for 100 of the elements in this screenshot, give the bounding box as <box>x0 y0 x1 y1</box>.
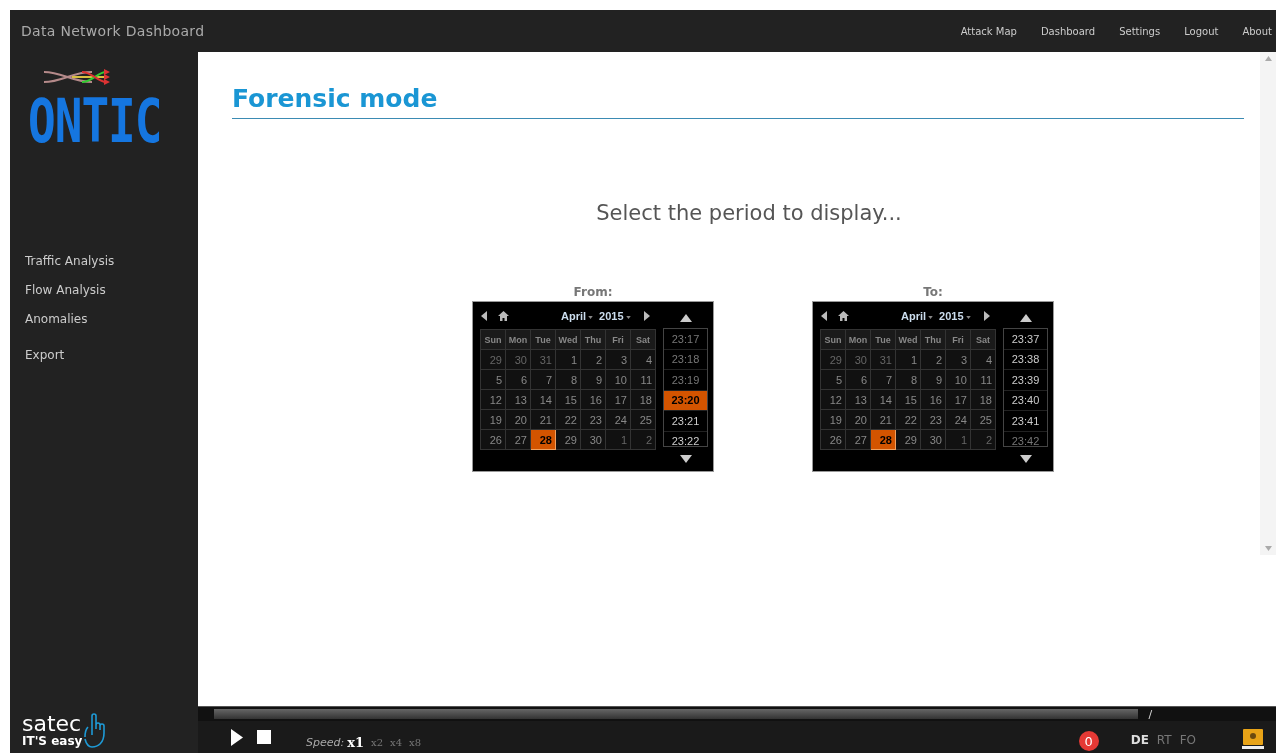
time-option[interactable]: 23:40 <box>1004 390 1047 411</box>
mode-tab[interactable]: RT <box>1156 732 1172 747</box>
nav-link[interactable]: Settings <box>1107 25 1173 37</box>
next-icon[interactable] <box>642 311 651 321</box>
day-cell[interactable]: 31 <box>531 350 556 370</box>
day-cell[interactable]: 10 <box>606 370 631 390</box>
day-cell[interactable]: 6 <box>506 370 531 390</box>
day-cell[interactable]: 13 <box>846 390 871 410</box>
day-cell[interactable]: 25 <box>971 410 996 430</box>
nav-link[interactable]: Dashboard <box>1028 25 1108 37</box>
day-cell[interactable]: 27 <box>506 430 531 450</box>
sidebar-item[interactable]: Export <box>10 348 198 362</box>
day-cell[interactable]: 31 <box>871 350 896 370</box>
next-icon[interactable] <box>982 311 991 321</box>
day-cell[interactable]: 18 <box>631 390 656 410</box>
day-cell[interactable]: 9 <box>921 370 946 390</box>
year-dropdown[interactable]: 2015 <box>939 310 971 322</box>
day-cell[interactable]: 5 <box>821 370 846 390</box>
day-cell[interactable]: 23 <box>581 410 606 430</box>
day-cell[interactable]: 29 <box>556 430 581 450</box>
day-cell[interactable]: 17 <box>946 390 971 410</box>
speed-option[interactable]: x2 <box>371 736 383 748</box>
day-cell[interactable]: 26 <box>481 430 506 450</box>
day-cell[interactable]: 2 <box>631 430 656 450</box>
day-cell[interactable]: 11 <box>631 370 656 390</box>
time-option[interactable]: 23:22 <box>664 431 707 446</box>
day-cell[interactable]: 23 <box>921 410 946 430</box>
sidebar-item[interactable]: Anomalies <box>10 312 198 326</box>
time-option[interactable]: 23:20 <box>664 390 707 411</box>
home-icon[interactable] <box>838 311 849 321</box>
scroll-up-icon[interactable] <box>1019 314 1032 322</box>
time-option[interactable]: 23:38 <box>1004 349 1047 370</box>
day-cell[interactable]: 15 <box>896 390 921 410</box>
month-dropdown[interactable]: April <box>561 310 594 322</box>
day-cell[interactable]: 29 <box>896 430 921 450</box>
home-icon[interactable] <box>498 311 509 321</box>
time-option[interactable]: 23:18 <box>664 349 707 370</box>
day-cell[interactable]: 4 <box>971 350 996 370</box>
day-cell[interactable]: 26 <box>821 430 846 450</box>
day-cell[interactable]: 9 <box>581 370 606 390</box>
speed-option[interactable]: x1 <box>347 734 364 750</box>
day-cell[interactable]: 17 <box>606 390 631 410</box>
day-cell[interactable]: 28 <box>871 430 896 450</box>
day-cell[interactable]: 8 <box>896 370 921 390</box>
day-cell[interactable]: 30 <box>921 430 946 450</box>
day-cell[interactable]: 21 <box>531 410 556 430</box>
day-cell[interactable]: 18 <box>971 390 996 410</box>
sidebar-item[interactable]: Traffic Analysis <box>10 254 198 268</box>
day-cell[interactable]: 19 <box>821 410 846 430</box>
day-cell[interactable]: 22 <box>896 410 921 430</box>
day-cell[interactable]: 1 <box>946 430 971 450</box>
speed-option[interactable]: x8 <box>409 736 422 748</box>
day-cell[interactable]: 12 <box>821 390 846 410</box>
day-cell[interactable]: 29 <box>821 350 846 370</box>
day-cell[interactable]: 15 <box>556 390 581 410</box>
day-cell[interactable]: 20 <box>506 410 531 430</box>
day-cell[interactable]: 21 <box>871 410 896 430</box>
day-cell[interactable]: 7 <box>531 370 556 390</box>
nav-link[interactable]: Attack Map <box>948 25 1029 37</box>
day-cell[interactable]: 1 <box>896 350 921 370</box>
sidebar-item[interactable]: Flow Analysis <box>10 283 198 297</box>
day-cell[interactable]: 16 <box>921 390 946 410</box>
month-dropdown[interactable]: April <box>901 310 934 322</box>
nav-link[interactable]: Logout <box>1172 25 1231 37</box>
day-cell[interactable]: 2 <box>581 350 606 370</box>
day-cell[interactable]: 28 <box>531 430 556 450</box>
day-cell[interactable]: 20 <box>846 410 871 430</box>
day-cell[interactable]: 22 <box>556 410 581 430</box>
year-dropdown[interactable]: 2015 <box>599 310 631 322</box>
time-option[interactable]: 23:19 <box>664 370 707 391</box>
scroll-down-icon[interactable] <box>679 455 692 463</box>
day-cell[interactable]: 11 <box>971 370 996 390</box>
day-cell[interactable]: 19 <box>481 410 506 430</box>
day-cell[interactable]: 4 <box>631 350 656 370</box>
time-option[interactable]: 23:37 <box>1004 329 1047 350</box>
day-cell[interactable]: 24 <box>606 410 631 430</box>
previous-icon[interactable] <box>480 311 488 321</box>
day-cell[interactable]: 12 <box>481 390 506 410</box>
scroll-down-icon[interactable] <box>1019 455 1032 463</box>
day-cell[interactable]: 2 <box>971 430 996 450</box>
day-cell[interactable]: 30 <box>846 350 871 370</box>
day-cell[interactable]: 30 <box>581 430 606 450</box>
day-cell[interactable]: 5 <box>481 370 506 390</box>
day-cell[interactable]: 3 <box>946 350 971 370</box>
time-option[interactable]: 23:17 <box>664 329 707 350</box>
day-cell[interactable]: 16 <box>581 390 606 410</box>
nav-link[interactable]: About <box>1230 25 1276 37</box>
day-cell[interactable]: 7 <box>871 370 896 390</box>
day-cell[interactable]: 14 <box>531 390 556 410</box>
day-cell[interactable]: 24 <box>946 410 971 430</box>
day-cell[interactable]: 30 <box>506 350 531 370</box>
mode-tab[interactable]: FO <box>1179 732 1196 747</box>
day-cell[interactable]: 8 <box>556 370 581 390</box>
day-cell[interactable]: 29 <box>481 350 506 370</box>
day-cell[interactable]: 6 <box>846 370 871 390</box>
day-cell[interactable]: 14 <box>871 390 896 410</box>
time-option[interactable]: 23:42 <box>1004 431 1047 446</box>
day-cell[interactable]: 1 <box>606 430 631 450</box>
day-cell[interactable]: 2 <box>921 350 946 370</box>
time-option[interactable]: 23:21 <box>664 411 707 432</box>
